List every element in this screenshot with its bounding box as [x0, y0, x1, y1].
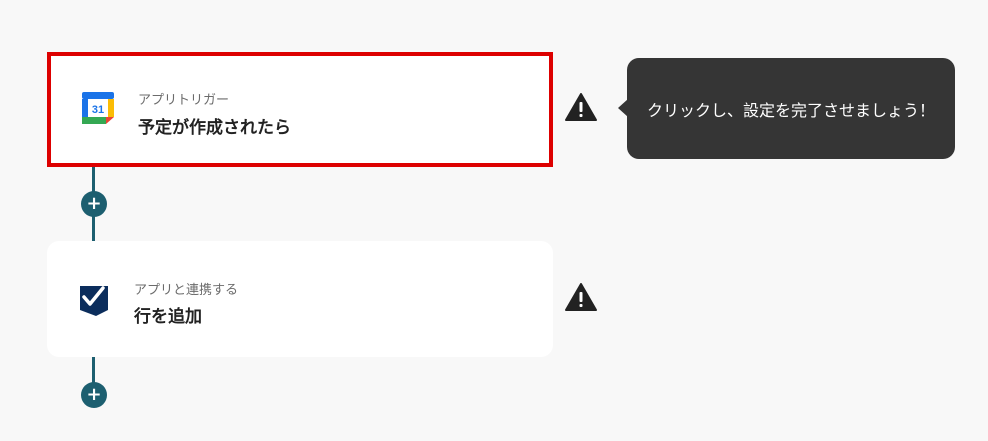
step-kind-label: アプリと連携する	[134, 283, 239, 298]
step-kind-label: アプリトリガー	[138, 93, 230, 108]
step-card-action[interactable]: アプリと連携する 行を追加	[47, 241, 553, 357]
step-title: 行を追加	[134, 307, 202, 327]
google-calendar-icon: 31	[81, 91, 115, 125]
calendar-day-number: 31	[92, 104, 104, 116]
smartsheet-icon	[77, 283, 111, 317]
add-step-button[interactable]: +	[81, 382, 107, 408]
warning-icon[interactable]	[564, 282, 598, 312]
step-card-trigger[interactable]: 31 アプリトリガー 予定が作成されたら	[47, 52, 553, 167]
warning-icon[interactable]	[564, 92, 598, 122]
add-step-button[interactable]: +	[81, 191, 107, 217]
setup-tooltip: クリックし、設定を完了させましょう！	[618, 58, 955, 159]
step-title: 予定が作成されたら	[138, 118, 291, 138]
tooltip-text: クリックし、設定を完了させましょう！	[646, 100, 935, 120]
